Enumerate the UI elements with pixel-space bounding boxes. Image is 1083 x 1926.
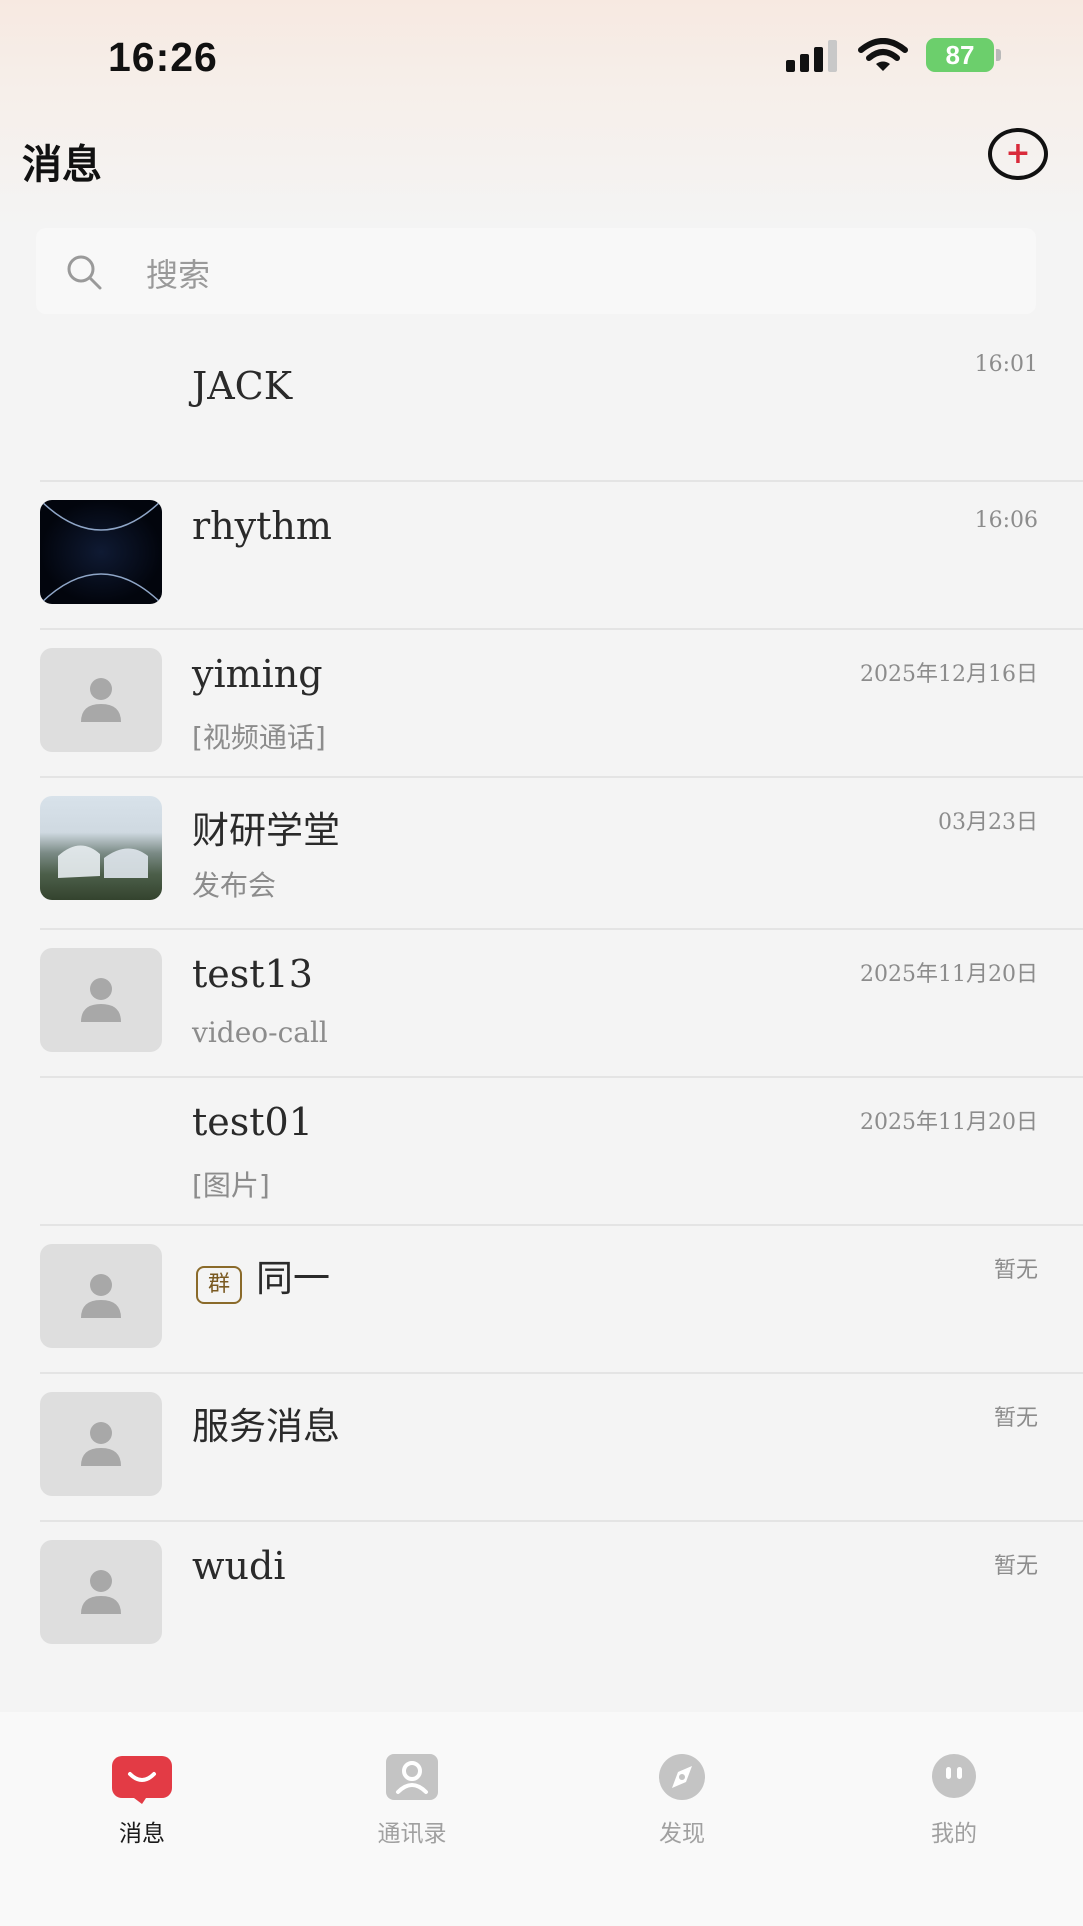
- avatar: [40, 344, 162, 448]
- tab-discover[interactable]: 发现: [602, 1738, 762, 1848]
- page-title: 消息: [22, 142, 102, 188]
- status-bar: 16:26 87: [0, 0, 1083, 110]
- tab-profile[interactable]: 我的: [874, 1738, 1034, 1848]
- avatar: [40, 500, 162, 604]
- search-input[interactable]: 搜索: [36, 228, 1036, 314]
- chat-name: JACK: [192, 364, 293, 408]
- chat-time: 2025年11月20日: [860, 1110, 1038, 1135]
- chat-item-caiyan[interactable]: 财研学堂 发布会 03月23日: [0, 778, 1083, 930]
- building-photo-icon: [58, 845, 148, 878]
- chat-time: 03月23日: [938, 810, 1038, 835]
- avatar: [40, 1392, 162, 1496]
- person-icon: [81, 978, 121, 1022]
- chat-time: 2025年12月16日: [860, 662, 1038, 687]
- tab-label: 我的: [931, 1821, 977, 1847]
- search-placeholder: 搜索: [146, 256, 211, 294]
- person-icon: [81, 1422, 121, 1466]
- person-icon: [81, 678, 121, 722]
- profile-icon: [932, 1754, 976, 1798]
- chat-name: 服务消息: [192, 1405, 340, 1448]
- chat-time: 暂无: [993, 1554, 1038, 1579]
- tab-messages[interactable]: 消息: [62, 1738, 222, 1848]
- avatar: [40, 1244, 162, 1348]
- person-icon: [81, 1570, 121, 1614]
- chat-name: yiming: [192, 652, 323, 696]
- contacts-icon: [386, 1754, 438, 1800]
- person-icon: [81, 1274, 121, 1318]
- chat-preview: video-call: [192, 1016, 328, 1049]
- battery-level: 87: [926, 38, 994, 72]
- chat-name: 财研学堂: [192, 809, 340, 852]
- avatar: [40, 1540, 162, 1644]
- chat-name: test13: [192, 952, 313, 996]
- avatar: [40, 1096, 162, 1200]
- chat-item-jack[interactable]: JACK 16:01: [0, 326, 1083, 482]
- chat-item-group-tongyi[interactable]: 群 同一 暂无: [0, 1226, 1083, 1374]
- plus-icon: +: [1005, 136, 1031, 171]
- tab-contacts[interactable]: 通讯录: [332, 1738, 492, 1848]
- chat-preview: [图片]: [192, 1169, 270, 1202]
- status-time: 16:26: [108, 34, 218, 80]
- tab-label: 消息: [119, 1821, 165, 1847]
- chat-item-test13[interactable]: test13 video-call 2025年11月20日: [0, 930, 1083, 1078]
- chat-item-rhythm[interactable]: rhythm 16:06: [0, 482, 1083, 630]
- add-button[interactable]: +: [988, 128, 1048, 180]
- chat-item-wudi[interactable]: wudi 暂无: [0, 1522, 1083, 1670]
- chat-bubble-icon: [112, 1756, 172, 1804]
- chat-time: 16:01: [974, 352, 1038, 377]
- group-badge: 群: [196, 1266, 242, 1304]
- avatar: [40, 648, 162, 752]
- signal-icon: [786, 40, 837, 72]
- chat-time: 暂无: [993, 1258, 1038, 1283]
- abstract-curves-icon: [40, 500, 162, 604]
- chat-name: test01: [192, 1100, 313, 1144]
- tab-label: 发现: [659, 1821, 705, 1847]
- chat-preview: [视频通话]: [192, 721, 326, 754]
- avatar: [40, 796, 162, 900]
- chat-name: wudi: [192, 1544, 286, 1588]
- chat-time: 16:06: [974, 508, 1038, 533]
- tab-bar: 消息 通讯录 发现 我的: [0, 1712, 1083, 1926]
- chat-item-yiming[interactable]: yiming [视频通话] 2025年12月16日: [0, 630, 1083, 778]
- wifi-icon: [858, 38, 908, 71]
- chat-time: 暂无: [993, 1406, 1038, 1431]
- chat-preview: 发布会: [192, 869, 277, 902]
- compass-icon: [659, 1754, 705, 1800]
- chat-item-test01[interactable]: test01 [图片] 2025年11月20日: [0, 1078, 1083, 1226]
- chat-item-service[interactable]: 服务消息 暂无: [0, 1374, 1083, 1522]
- chat-name: 同一: [256, 1257, 330, 1300]
- search-icon: [67, 255, 102, 290]
- avatar: [40, 948, 162, 1052]
- battery-icon: 87: [926, 38, 1002, 72]
- chat-name: rhythm: [192, 504, 332, 548]
- tab-label: 通讯录: [377, 1821, 447, 1847]
- chat-time: 2025年11月20日: [860, 962, 1038, 987]
